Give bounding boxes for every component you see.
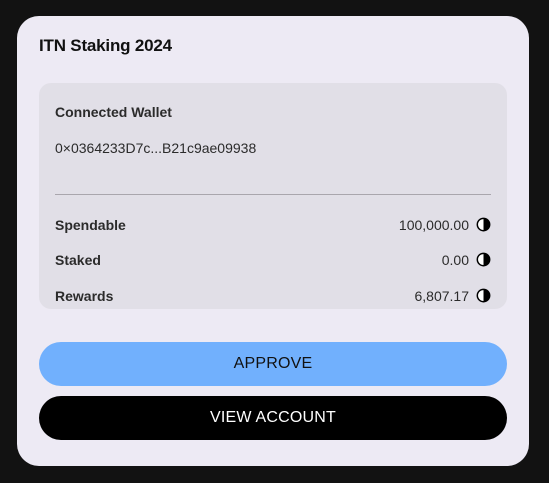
staking-card: ITN Staking 2024 Connected Wallet 0×0364…	[17, 16, 529, 466]
approve-button[interactable]: APPROVE	[39, 342, 507, 386]
divider	[55, 194, 491, 195]
view-account-button[interactable]: VIEW ACCOUNT	[39, 396, 507, 440]
token-icon	[476, 288, 491, 303]
balance-value: 100,000.00	[398, 217, 469, 233]
connected-wallet-label: Connected Wallet	[55, 104, 172, 120]
balance-label: Rewards	[55, 288, 114, 304]
balance-row-spendable: Spendable 100,000.00	[55, 215, 491, 235]
balance-label: Staked	[55, 252, 101, 268]
card-title: ITN Staking 2024	[39, 36, 172, 55]
wallet-panel: Connected Wallet 0×0364233D7c...B21c9ae0…	[39, 83, 507, 309]
balance-value: 0.00	[441, 252, 469, 268]
token-icon	[476, 252, 491, 267]
balance-value: 6,807.17	[414, 288, 470, 304]
token-icon	[476, 217, 491, 232]
balance-row-rewards: Rewards 6,807.17	[55, 286, 491, 306]
balance-row-staked: Staked 0.00	[55, 250, 491, 270]
balance-label: Spendable	[55, 217, 126, 233]
wallet-address: 0×0364233D7c...B21c9ae09938	[55, 140, 257, 156]
